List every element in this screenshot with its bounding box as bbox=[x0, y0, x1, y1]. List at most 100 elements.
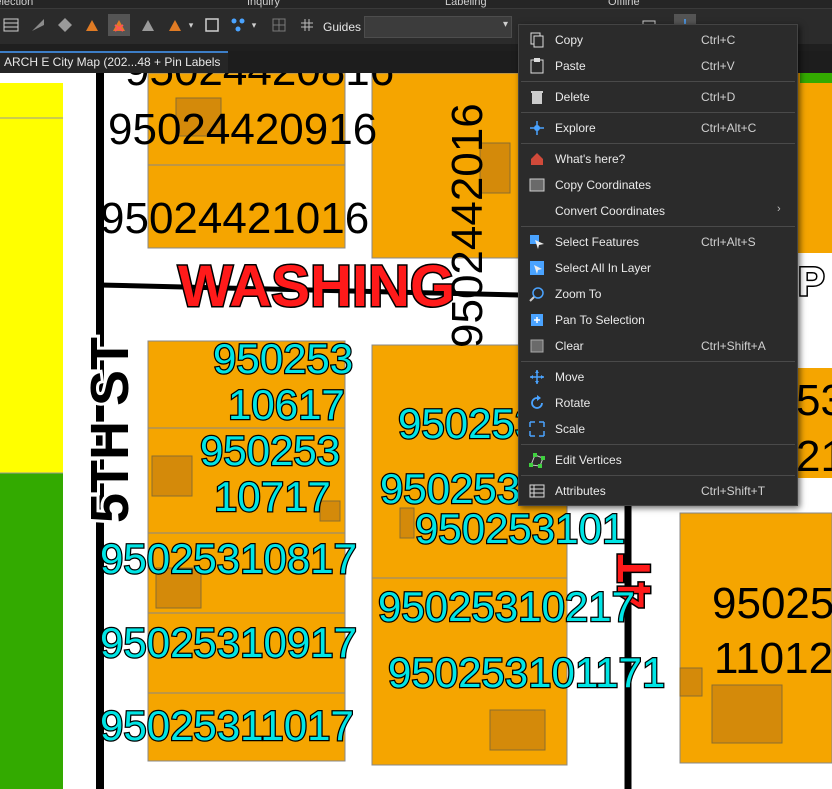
parcel-label: 53 bbox=[796, 376, 832, 425]
menu-item-move[interactable]: Move bbox=[521, 365, 795, 389]
menu-item-shortcut: Ctrl+C bbox=[701, 33, 736, 47]
select-features-icon bbox=[529, 234, 545, 250]
building-footprint bbox=[489, 709, 546, 751]
street-label-5th-st: 5TH ST bbox=[80, 337, 140, 523]
menu-item-shortcut: Ctrl+Alt+C bbox=[701, 121, 757, 135]
green-zone-parcel bbox=[0, 473, 63, 789]
lock-label-button[interactable] bbox=[137, 14, 159, 36]
menu-item-label: What's here? bbox=[555, 152, 626, 166]
frame-tool-button[interactable] bbox=[201, 14, 223, 36]
paste-icon bbox=[529, 58, 545, 74]
copy-coordinates-icon bbox=[529, 177, 545, 193]
delete-icon bbox=[529, 89, 545, 105]
parcel-label: 11012 bbox=[714, 634, 832, 683]
menu-item-label: Rotate bbox=[555, 396, 591, 410]
menu-item-shortcut: Ctrl+D bbox=[701, 90, 736, 104]
pin-label: 950253 bbox=[213, 335, 353, 382]
pin-label: 950253101171 bbox=[388, 649, 665, 696]
menu-item-label: Copy bbox=[555, 33, 584, 47]
menu-item-rotate[interactable]: Rotate bbox=[521, 391, 795, 415]
menu-item-label: Attributes bbox=[555, 484, 606, 498]
menu-item-label: Move bbox=[555, 370, 585, 384]
whats-here-icon bbox=[529, 151, 545, 167]
copy-icon bbox=[529, 32, 545, 48]
rotate-icon bbox=[529, 395, 545, 411]
chevron-down-icon: ▾ bbox=[502, 19, 508, 30]
grid-tool-button[interactable] bbox=[268, 14, 290, 36]
menu-item-zoom-to[interactable]: Zoom To bbox=[521, 282, 795, 306]
pin-label: 95025310917 bbox=[100, 619, 357, 666]
network-tool-dropdown[interactable]: ▾ bbox=[249, 14, 259, 36]
menu-item-delete[interactable]: Delete Ctrl+D bbox=[521, 85, 795, 109]
menu-item-paste[interactable]: Paste Ctrl+V bbox=[521, 54, 795, 78]
pin-label-tool-button[interactable] bbox=[108, 14, 130, 36]
locate-tool-button[interactable] bbox=[54, 14, 76, 36]
pin-label: 10617 bbox=[228, 381, 345, 428]
menu-separator bbox=[521, 475, 795, 476]
menu-item-label: Edit Vertices bbox=[555, 453, 622, 467]
menu-item-label: Copy Coordinates bbox=[555, 178, 652, 192]
menu-item-select-features[interactable]: Select Features Ctrl+Alt+S bbox=[521, 230, 795, 254]
map-view-tab-title: ARCH E City Map (202...48 + Pin Labels bbox=[4, 55, 221, 69]
menu-item-copy[interactable]: Copy Ctrl+C bbox=[521, 28, 795, 52]
ribbon-group-labels: Selection Inquiry Labeling Offline bbox=[0, 0, 832, 9]
menu-item-shortcut: Ctrl+Alt+S bbox=[701, 235, 756, 249]
yellow-zone-parcel bbox=[0, 83, 63, 473]
menu-item-copy-coordinates[interactable]: Copy Coordinates bbox=[521, 173, 795, 197]
menu-separator bbox=[521, 444, 795, 445]
parcel-label-vertical: 9502442016 bbox=[443, 103, 492, 348]
menu-item-select-all-in-layer[interactable]: Select All In Layer bbox=[521, 256, 795, 280]
parcel-label: 21 bbox=[796, 432, 832, 481]
menu-item-clear[interactable]: Clear Ctrl+Shift+A bbox=[521, 334, 795, 358]
group-label-selection: Selection bbox=[0, 0, 34, 8]
explore-icon bbox=[529, 120, 545, 136]
group-label-inquiry: Inquiry bbox=[247, 0, 281, 8]
menu-item-edit-vertices[interactable]: Edit Vertices bbox=[521, 448, 795, 472]
guides-icon[interactable] bbox=[296, 14, 318, 36]
measure-tool-button[interactable] bbox=[27, 14, 49, 36]
menu-item-scale[interactable]: Scale bbox=[521, 417, 795, 441]
pan-to-icon bbox=[529, 312, 545, 328]
menu-item-shortcut: Ctrl+V bbox=[701, 59, 735, 73]
building-footprint bbox=[399, 507, 415, 539]
menu-item-shortcut: Ctrl+Shift+T bbox=[701, 484, 766, 498]
building-footprint bbox=[711, 684, 783, 744]
menu-item-whats-here[interactable]: What's here? bbox=[521, 147, 795, 171]
parcel-label: 95024420916 bbox=[108, 105, 377, 154]
menu-item-label: Paste bbox=[555, 59, 586, 73]
scale-icon bbox=[529, 421, 545, 437]
clear-icon bbox=[529, 338, 545, 354]
menu-item-attributes[interactable]: Attributes Ctrl+Shift+T bbox=[521, 479, 795, 503]
network-tool-button[interactable] bbox=[227, 14, 249, 36]
green-zone-parcel bbox=[800, 73, 832, 83]
menu-item-convert-coordinates[interactable]: Convert Coordinates › bbox=[521, 199, 795, 223]
menu-item-label: Convert Coordinates bbox=[555, 204, 666, 218]
move-icon bbox=[529, 369, 545, 385]
pin-label: 950253101 bbox=[415, 505, 625, 552]
edit-vertices-icon bbox=[529, 452, 545, 468]
map-view-tab[interactable]: ARCH E City Map (202...48 + Pin Labels bbox=[0, 51, 229, 75]
building-footprint bbox=[151, 455, 193, 497]
menu-item-pan-to-selection[interactable]: Pan To Selection bbox=[521, 308, 795, 332]
chevron-right-icon: › bbox=[777, 203, 781, 215]
pin-label: 10717 bbox=[214, 473, 331, 520]
label-options-button[interactable] bbox=[164, 14, 186, 36]
menu-item-label: Select Features bbox=[555, 235, 640, 249]
attribute-table-button[interactable] bbox=[0, 14, 22, 36]
parcel-label: 95024421016 bbox=[100, 194, 369, 243]
pin-label: 950253 bbox=[200, 427, 340, 474]
menu-separator bbox=[521, 361, 795, 362]
pin-label: 95025310217 bbox=[378, 583, 635, 630]
parcel-label: 95025 bbox=[712, 579, 832, 628]
guides-dropdown[interactable]: ▾ bbox=[364, 16, 512, 38]
select-all-icon bbox=[529, 260, 545, 276]
pin-label: 95025310817 bbox=[100, 535, 357, 582]
label-options-dropdown[interactable]: ▾ bbox=[186, 14, 196, 36]
street-label-partial: P bbox=[798, 260, 825, 304]
label-tool-button[interactable] bbox=[81, 14, 103, 36]
menu-item-label: Select All In Layer bbox=[555, 261, 652, 275]
menu-item-label: Delete bbox=[555, 90, 590, 104]
menu-separator bbox=[521, 81, 795, 82]
menu-separator bbox=[521, 226, 795, 227]
menu-item-explore[interactable]: Explore Ctrl+Alt+C bbox=[521, 116, 795, 140]
